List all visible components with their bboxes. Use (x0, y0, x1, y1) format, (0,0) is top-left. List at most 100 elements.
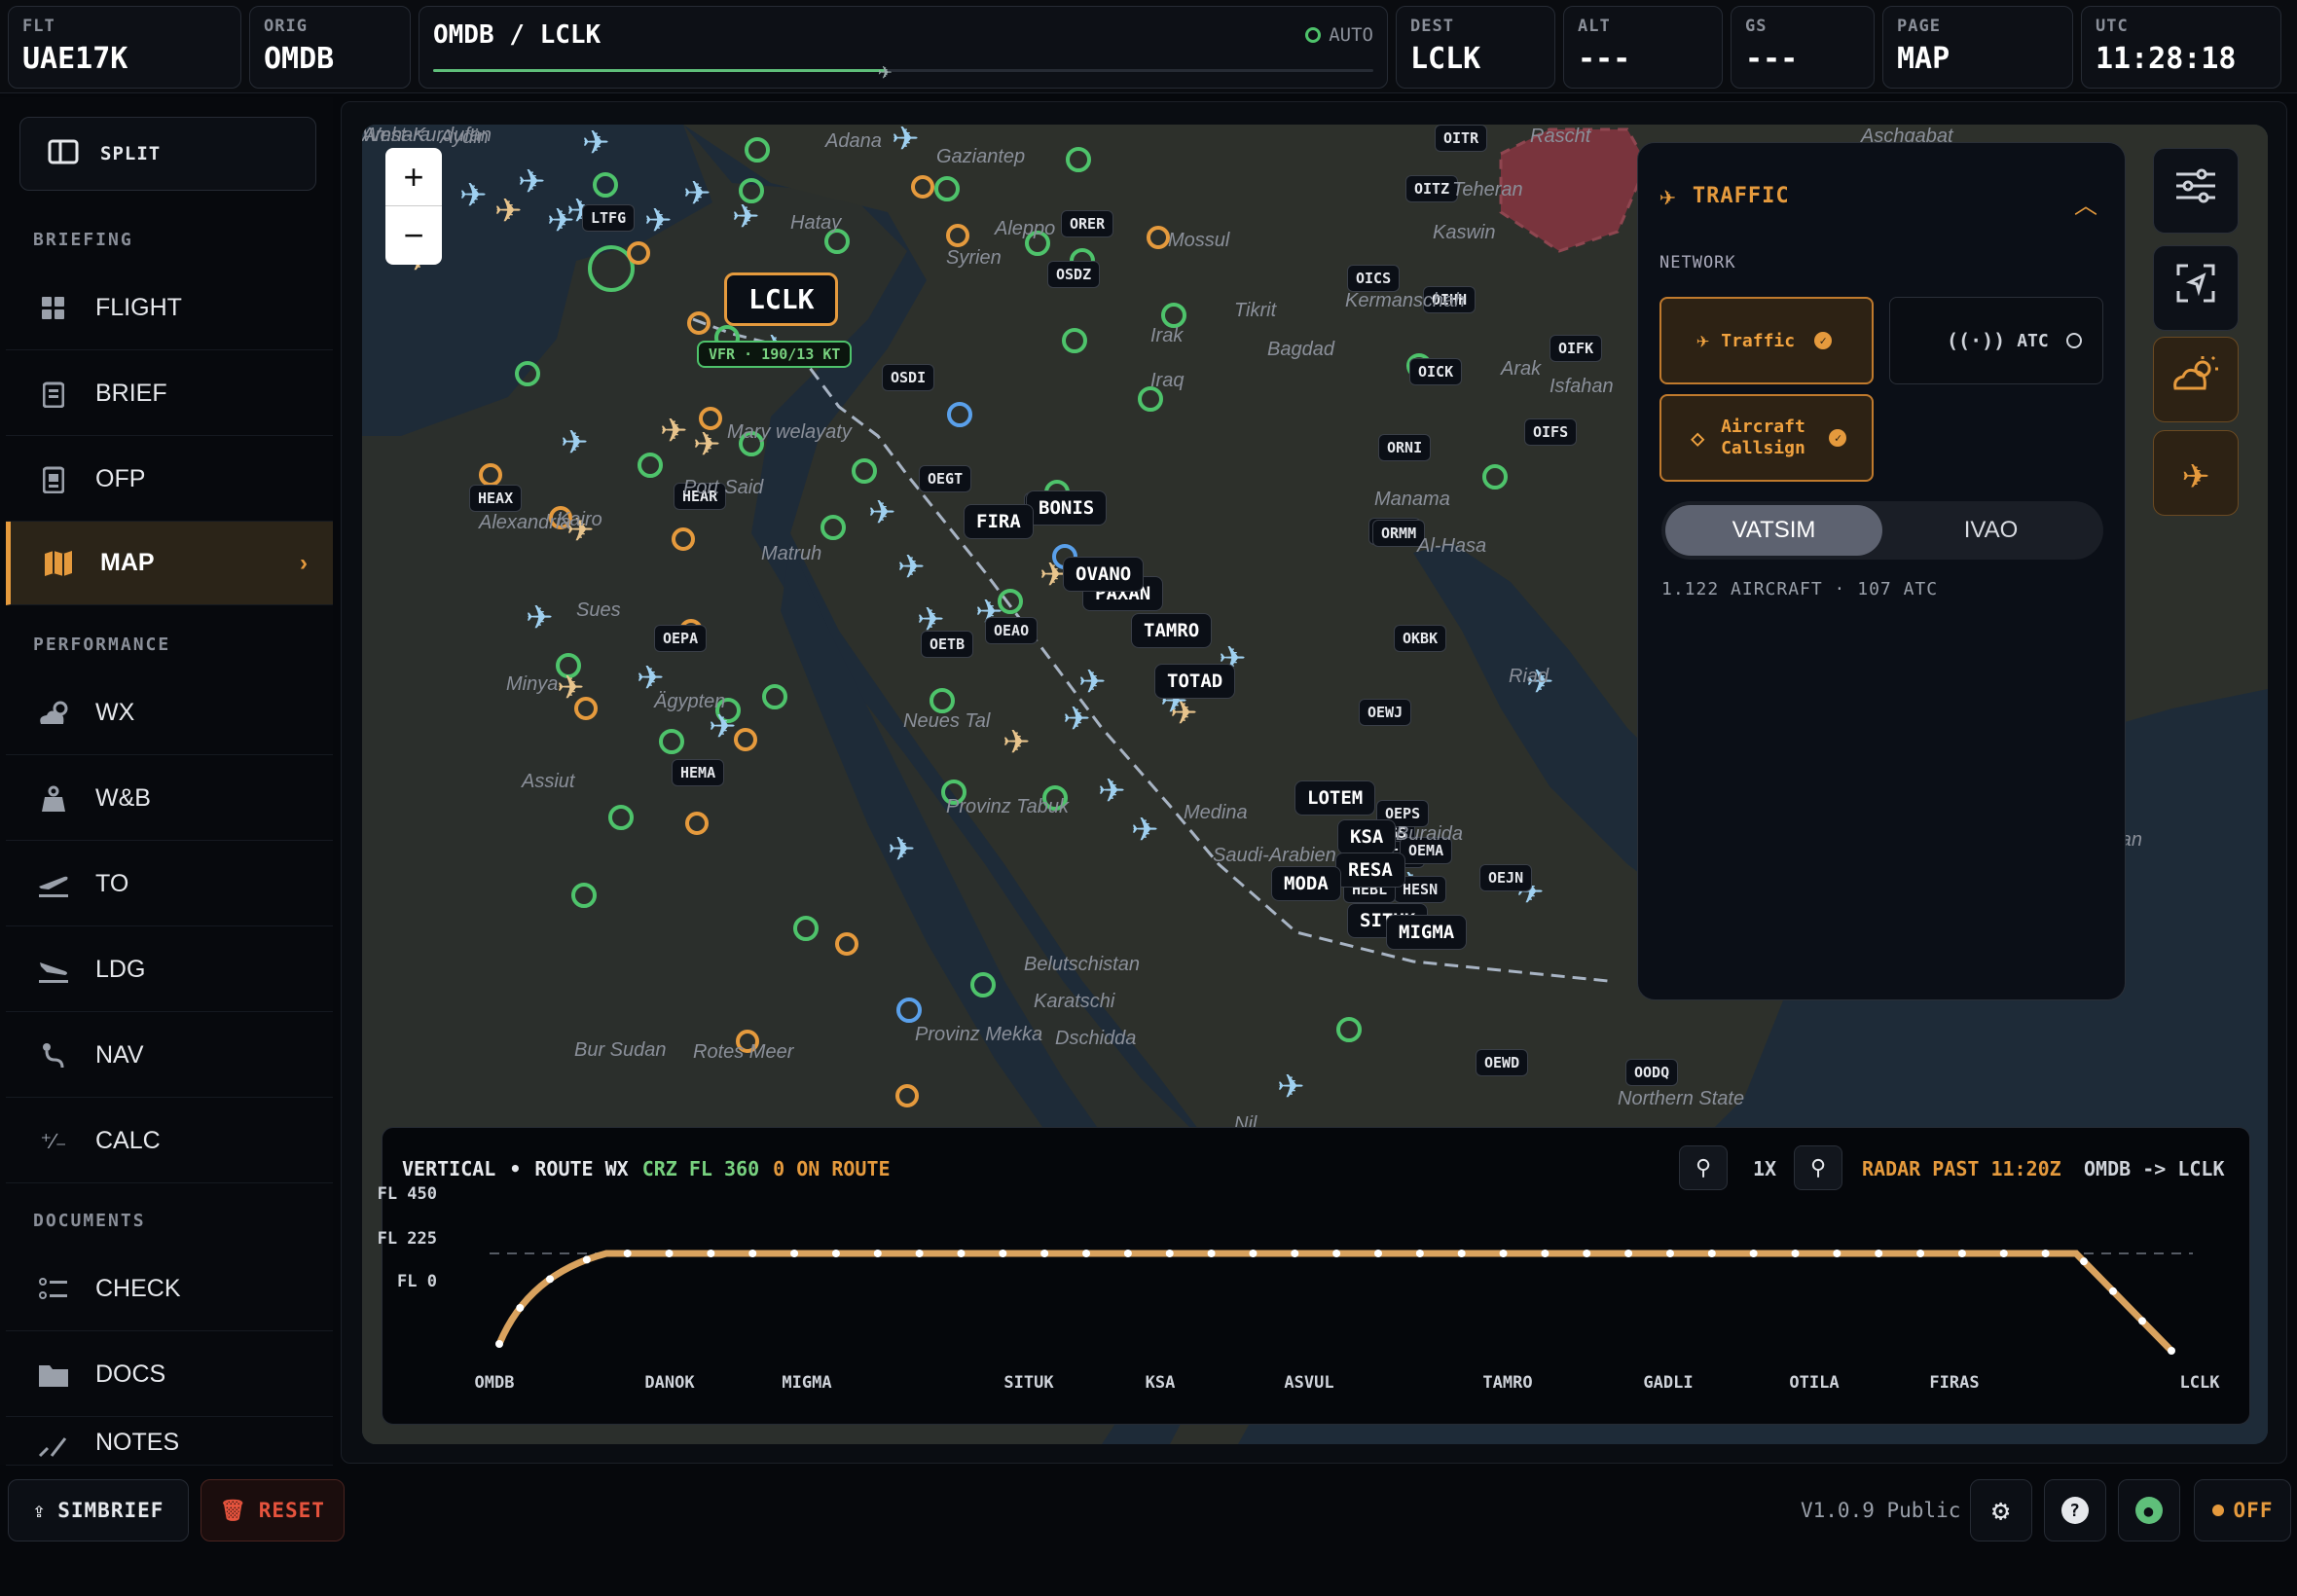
split-button[interactable]: SPLIT (19, 117, 316, 191)
place-name[interactable]: Karatschi (1034, 991, 1114, 1013)
nav-item-ofp[interactable]: OFP (6, 438, 333, 522)
destination-callout[interactable]: LCLK (724, 272, 839, 326)
place-name[interactable]: Mary welayaty (727, 421, 852, 444)
airport-label[interactable]: OEJN (1479, 864, 1533, 891)
place-name[interactable]: Bagdad (1267, 339, 1334, 361)
traffic-layer-button[interactable]: ✈ (2153, 430, 2239, 516)
place-name[interactable]: Provinz Mekka (915, 1024, 1042, 1046)
route-box[interactable]: OMDB / LCLK AUTO ✈ (419, 6, 1388, 89)
nav-item-check[interactable]: CHECK (6, 1248, 333, 1331)
settings-sliders-button[interactable] (2153, 148, 2239, 234)
place-name[interactable]: Alexandria (479, 512, 571, 534)
place-name[interactable]: Dschidda (1055, 1028, 1136, 1050)
traffic-header[interactable]: ✈ TRAFFIC (1659, 180, 2103, 212)
place-name[interactable]: Sues (576, 599, 621, 622)
locate-button[interactable] (2153, 245, 2239, 331)
place-name[interactable]: Iraq (1150, 370, 1184, 392)
atc-toggle-button[interactable]: ((·)) ATC (1889, 297, 2103, 384)
place-name[interactable]: Kaswin (1433, 222, 1495, 244)
waypoint-label[interactable]: TAMRO (1131, 613, 1213, 648)
nav-item-docs[interactable]: DOCS (6, 1333, 333, 1417)
airport-label[interactable]: OEWD (1476, 1049, 1529, 1076)
airport-label[interactable]: OITR (1435, 125, 1488, 152)
settings-button[interactable]: ⚙ (1970, 1479, 2032, 1542)
airport-label[interactable]: HEMA (672, 759, 725, 786)
nav-item-brief[interactable]: BRIEF (6, 352, 333, 436)
nav-item-nav[interactable]: NAV (6, 1014, 333, 1098)
waypoint-label[interactable]: BONIS (1026, 490, 1108, 526)
airport-label[interactable]: ORER (1061, 210, 1114, 237)
place-name[interactable]: Matruh (761, 543, 821, 565)
simbrief-button[interactable]: ⇪ SIMBRIEF (8, 1479, 189, 1542)
place-name[interactable]: Riad (1509, 666, 1549, 688)
place-name[interactable]: Mossul (1168, 230, 1229, 252)
callsign-toggle-button[interactable]: ◇ Aircraft Callsign ✓ (1659, 394, 1874, 482)
airport-label[interactable]: OITZ (1405, 175, 1459, 202)
airport-label[interactable]: OEPA (654, 625, 708, 652)
waypoint-label[interactable]: KSA (1337, 819, 1397, 854)
vatsim-tab[interactable]: VATSIM (1665, 505, 1882, 556)
nav-item-to[interactable]: TO (6, 843, 333, 926)
ivao-tab[interactable]: IVAO (1882, 505, 2099, 556)
zoom-in-button[interactable]: + (385, 148, 442, 206)
place-name[interactable]: Syrien (946, 247, 1002, 270)
waypoint-label[interactable]: TOTAD (1154, 664, 1236, 699)
airport-label[interactable]: OSDI (882, 364, 935, 391)
place-name[interactable]: Manama (1374, 489, 1450, 511)
place-name[interactable]: Minya (506, 673, 558, 696)
airport-label[interactable]: OEGT (919, 465, 972, 492)
place-name[interactable]: Saudi-Arabien (1213, 845, 1336, 867)
airport-label[interactable]: LTFG (582, 204, 636, 232)
waypoint-label[interactable]: FIRA (964, 504, 1034, 539)
nav-item-flight[interactable]: FLIGHT (6, 267, 333, 350)
place-name[interactable]: Rotes Meer (693, 1041, 793, 1064)
airport-label[interactable]: OICK (1409, 358, 1463, 385)
airport-label[interactable]: OETB (921, 631, 974, 658)
nav-item-wb[interactable]: W&B (6, 757, 333, 841)
place-name[interactable]: Northern State (1618, 1088, 1744, 1110)
airport-label[interactable]: OKBK (1394, 625, 1447, 652)
waypoint-label[interactable]: OVANO (1063, 557, 1145, 592)
waypoint-label[interactable]: MIGMA (1386, 915, 1468, 950)
place-name[interactable]: Belutschistan (1024, 954, 1140, 976)
account-button[interactable]: ● (2118, 1479, 2180, 1542)
airport-label[interactable]: OIFS (1524, 418, 1578, 446)
airport-label[interactable]: OODQ (1625, 1059, 1679, 1086)
help-button[interactable]: ? (2044, 1479, 2106, 1542)
chevron-up-icon[interactable]: ︿ (2074, 186, 2097, 220)
auto-indicator[interactable]: AUTO (1305, 24, 1373, 46)
nav-item-calc[interactable]: ⁺∕₋ CALC (6, 1100, 333, 1183)
airport-label[interactable]: OEAO (985, 617, 1039, 644)
place-name[interactable]: Arak (1501, 358, 1541, 381)
place-name[interactable]: Gaziantep (936, 146, 1025, 168)
traffic-toggle-button[interactable]: ✈ Traffic ✓ (1659, 297, 1874, 384)
place-name[interactable]: Kermanschah (1345, 290, 1465, 312)
place-name[interactable]: Rascht (1530, 126, 1590, 148)
place-name[interactable]: Amhara (362, 125, 430, 147)
nav-item-notes[interactable]: NOTES (6, 1419, 333, 1466)
place-name[interactable]: Bur Sudan (574, 1039, 667, 1062)
waypoint-label[interactable]: LOTEM (1294, 780, 1376, 816)
airport-label[interactable]: OIFK (1550, 335, 1603, 362)
place-name[interactable]: Neues Tal (903, 710, 990, 733)
airport-label[interactable]: HEAX (469, 485, 523, 512)
place-name[interactable]: Buraida (1396, 823, 1463, 846)
place-name[interactable]: Assiut (522, 771, 574, 793)
nav-item-ldg[interactable]: LDG (6, 928, 333, 1012)
place-name[interactable]: Medina (1184, 802, 1248, 824)
place-name[interactable]: Isfahan (1550, 376, 1614, 398)
nav-item-map[interactable]: MAP › (6, 522, 333, 605)
nav-item-wx[interactable]: WX (6, 671, 333, 755)
waypoint-label[interactable]: RESA (1335, 852, 1405, 888)
airport-label[interactable]: OSDZ (1047, 261, 1101, 288)
airport-label[interactable]: OICS (1347, 265, 1401, 292)
place-name[interactable]: Adana (825, 130, 882, 153)
place-name[interactable]: Teheran (1452, 179, 1523, 201)
place-name[interactable]: Port Said (683, 477, 763, 499)
place-name[interactable]: Ägypten (654, 691, 725, 713)
airport-label[interactable]: OEWJ (1359, 699, 1412, 726)
place-name[interactable]: Provinz Tabuk (946, 796, 1069, 818)
weather-layer-button[interactable] (2153, 337, 2239, 422)
airport-label[interactable]: ORNI (1378, 434, 1432, 461)
place-name[interactable]: Irak (1150, 325, 1183, 347)
